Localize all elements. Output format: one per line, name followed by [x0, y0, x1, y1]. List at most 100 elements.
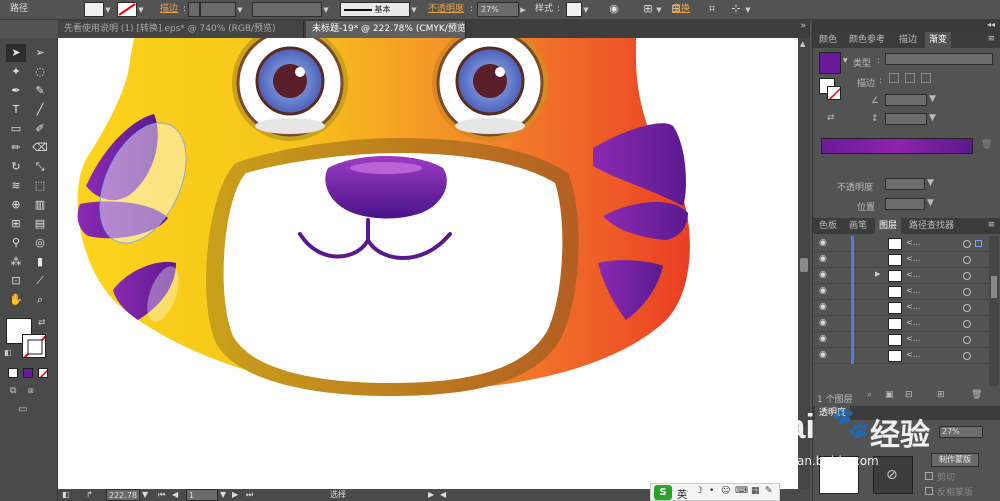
- none-mode-button[interactable]: [38, 368, 48, 378]
- tiger-artwork[interactable]: [58, 38, 798, 489]
- gradient-location-input[interactable]: [885, 198, 925, 210]
- layer-row[interactable]: ◉ <...: [813, 332, 989, 348]
- pen-icon[interactable]: ✒: [6, 82, 26, 100]
- artboard-number-input[interactable]: 1: [186, 489, 218, 501]
- layer-target-icon[interactable]: [963, 256, 971, 264]
- align-dropdown-icon[interactable]: ▼: [655, 0, 663, 20]
- layer-target-icon[interactable]: [963, 288, 971, 296]
- layers-scroll-thumb[interactable]: [991, 276, 997, 298]
- ime-emoji-icon[interactable]: ☺: [721, 486, 730, 496]
- stroke-weight-input[interactable]: [200, 2, 236, 17]
- ime-punctuation-icon[interactable]: ☽: [695, 486, 703, 496]
- eyedropper-icon[interactable]: ⚲: [6, 234, 26, 252]
- status-menu-icon[interactable]: ▶: [428, 489, 434, 501]
- stroke-gradient-within-icon[interactable]: [889, 73, 899, 83]
- scroll-thumb[interactable]: [800, 258, 808, 272]
- locate-object-icon[interactable]: ⌕: [867, 390, 872, 400]
- collapse-panels-icon[interactable]: ◂◂: [987, 20, 995, 29]
- opacity-dropdown-icon[interactable]: ▶: [519, 0, 527, 20]
- visibility-eye-icon[interactable]: ◉: [819, 334, 833, 344]
- new-layer-icon[interactable]: ⊞: [937, 390, 945, 400]
- swap-colors-icon[interactable]: ⇄: [38, 318, 46, 328]
- stroke-swatch[interactable]: [117, 2, 137, 17]
- selection-arrow-icon[interactable]: ➤: [6, 44, 26, 62]
- style-dropdown-icon[interactable]: ▼: [582, 0, 590, 20]
- mesh-icon[interactable]: ⊞: [6, 215, 26, 233]
- graph-icon[interactable]: ▥: [30, 196, 50, 214]
- variable-width-profile[interactable]: [252, 2, 322, 17]
- isolate-icon[interactable]: ⌗: [704, 0, 720, 20]
- default-colors-icon[interactable]: ◧: [4, 348, 12, 357]
- screen-mode-icon[interactable]: ▭: [18, 404, 27, 415]
- column-graph-icon[interactable]: ▮: [30, 253, 50, 271]
- fill-swatch[interactable]: [84, 2, 104, 17]
- visibility-eye-icon[interactable]: ◉: [819, 286, 833, 296]
- shape-builder-icon[interactable]: ⊕: [6, 196, 26, 214]
- magic-wand-icon[interactable]: ✦: [6, 63, 26, 81]
- layer-row[interactable]: ◉ <...: [813, 316, 989, 332]
- layer-row[interactable]: ◉ <...: [813, 236, 989, 252]
- profile-dropdown-icon[interactable]: ▼: [322, 0, 330, 20]
- slice-icon[interactable]: ⟋: [30, 272, 50, 290]
- gradient-opacity-input[interactable]: [885, 178, 925, 190]
- gradient-type-select[interactable]: [885, 53, 993, 65]
- zoom-input[interactable]: 222.78: [106, 489, 140, 501]
- style-swatch[interactable]: [566, 2, 582, 17]
- ime-logo-icon[interactable]: S: [654, 485, 672, 500]
- rectangle-icon[interactable]: ▭: [6, 120, 26, 138]
- direct-selection-icon[interactable]: ➢: [30, 44, 50, 62]
- warp-icon[interactable]: ≋: [6, 177, 26, 195]
- rotate-icon[interactable]: ↻: [6, 158, 26, 176]
- next-artboard-icon[interactable]: ▶: [232, 489, 238, 501]
- artboard-nav-icon[interactable]: ↱: [86, 489, 93, 501]
- transform-link[interactable]: 变换: [672, 0, 690, 20]
- layer-target-icon[interactable]: [963, 272, 971, 280]
- visibility-eye-icon[interactable]: ◉: [819, 318, 833, 328]
- layer-target-icon[interactable]: [963, 352, 971, 360]
- artboard-icon[interactable]: ⊡: [6, 272, 26, 290]
- expand-arrow-icon[interactable]: ▶: [875, 270, 880, 278]
- color-mode-button[interactable]: [8, 368, 18, 378]
- visibility-eye-icon[interactable]: ◉: [819, 238, 833, 248]
- tab-layers[interactable]: 图层: [875, 218, 902, 234]
- tab-swatches[interactable]: 色板: [815, 218, 841, 234]
- lasso-icon[interactable]: ◌: [30, 63, 50, 81]
- brush-definition[interactable]: 基本: [340, 2, 410, 17]
- status-nav-icon[interactable]: ◧: [62, 489, 70, 501]
- recolor-artwork-icon[interactable]: ◉: [606, 0, 622, 20]
- ime-menu-icon[interactable]: ▦: [751, 486, 760, 496]
- ime-settings-icon[interactable]: ✎: [765, 486, 773, 496]
- zoom-icon[interactable]: ⌕: [30, 291, 50, 309]
- tab-brushes[interactable]: 画笔: [845, 218, 871, 234]
- stroke-dropdown-icon[interactable]: ▼: [137, 0, 145, 20]
- tabs-overflow-icon[interactable]: »: [800, 21, 806, 31]
- eraser-icon[interactable]: ⌫: [30, 139, 50, 157]
- paintbrush-icon[interactable]: ✐: [30, 120, 50, 138]
- tab-pathfinder[interactable]: 路径查找器: [905, 218, 958, 234]
- layer-row[interactable]: ◉ <...: [813, 252, 989, 268]
- opacity-input[interactable]: 27%: [477, 2, 519, 17]
- layer-target-icon[interactable]: [963, 336, 971, 344]
- first-artboard-icon[interactable]: ⏮: [158, 489, 165, 501]
- stroke-gradient-across-icon[interactable]: [921, 73, 931, 83]
- gradient-angle-dropdown-icon[interactable]: ▼: [929, 94, 936, 104]
- arrange-icon[interactable]: ⊹: [728, 0, 744, 20]
- draw-inside-icon[interactable]: ⧈: [28, 386, 34, 396]
- fill-dropdown-icon[interactable]: ▼: [104, 0, 112, 20]
- last-artboard-icon[interactable]: ⏭: [246, 489, 253, 501]
- artboard-dropdown-icon[interactable]: ▼: [220, 489, 226, 501]
- stroke-weight-stepper[interactable]: [188, 2, 200, 17]
- ime-keyboard-icon[interactable]: ⌨: [735, 486, 748, 496]
- pencil-icon[interactable]: ✏: [6, 139, 26, 157]
- visibility-eye-icon[interactable]: ◉: [819, 254, 833, 264]
- brush-dropdown-icon[interactable]: ▼: [410, 0, 418, 20]
- ime-toolbar[interactable]: S 英 ☽ • ☺ ⌨ ▦ ✎: [650, 483, 780, 501]
- stroke-gradient-along-icon[interactable]: [905, 73, 915, 83]
- new-sublayer-icon[interactable]: ⊟: [905, 390, 913, 400]
- gradient-preview-dropdown-icon[interactable]: ▾: [843, 56, 848, 66]
- type-icon[interactable]: T: [6, 101, 26, 119]
- delete-stop-icon[interactable]: 🗑: [981, 140, 992, 150]
- stroke-weight-dropdown-icon[interactable]: ▼: [236, 0, 244, 20]
- stroke-color-swatch[interactable]: [22, 334, 46, 358]
- visibility-eye-icon[interactable]: ◉: [819, 270, 833, 280]
